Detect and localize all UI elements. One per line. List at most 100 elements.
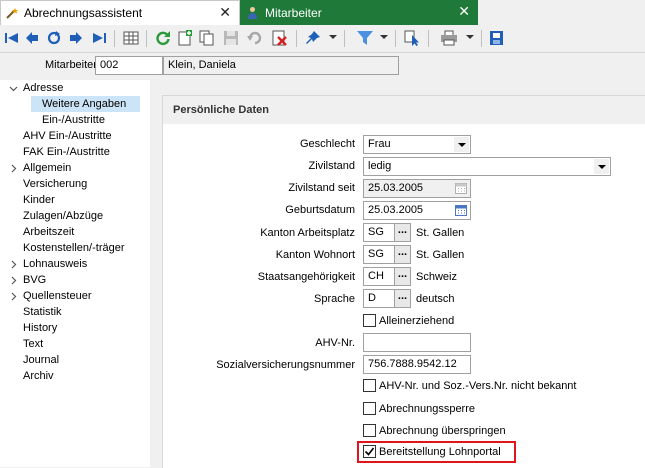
export-icon[interactable]: [488, 29, 506, 47]
select-cursor-icon[interactable]: [403, 29, 421, 47]
sidebar-item-history[interactable]: History: [23, 320, 57, 336]
zivilstand-label: Zivilstand: [308, 160, 355, 172]
sidebar-item-fak-ein-austritte[interactable]: FAK Ein-/Austritte: [23, 144, 110, 160]
sprache-name: deutsch: [416, 293, 455, 305]
geburtsdatum-label: Geburtsdatum: [285, 204, 355, 216]
new-record-icon[interactable]: [176, 29, 194, 47]
calendar-icon: [455, 183, 467, 194]
ahv-unbekannt-checkbox[interactable]: [363, 379, 376, 392]
abrechnungssperre-label[interactable]: Abrechnungssperre: [379, 403, 475, 415]
save-icon[interactable]: [222, 29, 240, 47]
kanton-arbeitsplatz-label: Kanton Arbeitsplatz: [260, 227, 355, 239]
previous-record-icon[interactable]: [23, 29, 41, 47]
chevron-down-icon[interactable]: [454, 137, 469, 152]
staatsangehoerigkeit-field[interactable]: CH: [363, 267, 395, 286]
sidebar-item-statistik[interactable]: Statistik: [23, 304, 62, 320]
kanton-wohnort-field[interactable]: SG: [363, 245, 395, 264]
sprache-field[interactable]: D: [363, 289, 395, 308]
alleinerziehend-checkbox[interactable]: [363, 314, 376, 327]
kanton-arbeitsplatz-field[interactable]: SG: [363, 223, 395, 242]
grid-view-icon[interactable]: [122, 29, 140, 47]
wand-icon: [6, 7, 18, 19]
sidebar-item-quellensteuer[interactable]: Quellensteuer: [23, 288, 92, 304]
undo-icon[interactable]: [246, 29, 264, 47]
kanton-arbeitsplatz-lookup-button[interactable]: ...: [394, 223, 411, 242]
staatsangehoerigkeit-name: Schweiz: [416, 271, 457, 283]
kanton-wohnort-lookup-button[interactable]: ...: [394, 245, 411, 264]
zivilstand-seit-field: 25.03.2005: [363, 179, 471, 198]
chevron-down-icon[interactable]: [9, 84, 18, 93]
sidebar-item-adresse[interactable]: Adresse: [23, 80, 63, 96]
tab-abrechnungsassistent[interactable]: Abrechnungsassistent ✕: [0, 0, 240, 25]
next-record-icon[interactable]: [67, 29, 85, 47]
toolbar-separator: [114, 30, 115, 47]
bereitstellung-lohnportal-label[interactable]: Bereitstellung Lohnportal: [379, 446, 501, 458]
employee-number-field[interactable]: 002: [95, 56, 163, 75]
close-icon[interactable]: ✕: [458, 4, 470, 18]
chevron-down-icon[interactable]: [466, 35, 474, 39]
abrechnungssperre-checkbox[interactable]: [363, 402, 376, 415]
alleinerziehend-label[interactable]: Alleinerziehend: [379, 315, 454, 327]
sidebar-item-text[interactable]: Text: [23, 336, 43, 352]
chevron-right-icon[interactable]: [9, 276, 18, 285]
staatsangehoerigkeit-label: Staatsangehörigkeit: [257, 271, 355, 283]
toolbar-separator: [344, 30, 345, 47]
geschlecht-label: Geschlecht: [299, 138, 355, 150]
kanton-wohnort-label: Kanton Wohnort: [275, 249, 355, 261]
filter-icon[interactable]: [356, 29, 374, 47]
sidebar-item-ahv-ein-austritte[interactable]: AHV Ein-/Austritte: [23, 128, 112, 144]
tab-label: Mitarbeiter: [265, 5, 322, 20]
sidebar-item-arbeitszeit[interactable]: Arbeitszeit: [23, 224, 74, 240]
sidebar-item-bvg[interactable]: BVG: [23, 272, 46, 288]
sidebar-item-lohnausweis[interactable]: Lohnausweis: [23, 256, 87, 272]
ahv-nr-field[interactable]: [363, 333, 471, 352]
calendar-icon[interactable]: [455, 204, 467, 216]
first-record-icon[interactable]: [3, 29, 21, 47]
sozialversicherungsnummer-field[interactable]: 756.7888.9542.12: [363, 355, 471, 374]
sidebar-item-kostenstellen[interactable]: Kostenstellen/-träger: [23, 240, 125, 256]
refresh-nav-icon[interactable]: [45, 29, 63, 47]
person-icon: [248, 7, 257, 19]
pin-icon[interactable]: [304, 29, 322, 47]
sidebar-item-allgemein[interactable]: Allgemein: [23, 160, 71, 176]
reload-icon[interactable]: [154, 29, 172, 47]
chevron-right-icon[interactable]: [9, 292, 18, 301]
sidebar-item-ein-austritte[interactable]: Ein-/Austritte: [42, 112, 105, 128]
chevron-right-icon[interactable]: [9, 260, 18, 269]
abrechnung-ueberspringen-checkbox[interactable]: [363, 424, 376, 437]
print-icon[interactable]: [440, 29, 458, 47]
sidebar-nav: Adresse Weitere Angaben Ein-/Austritte A…: [0, 80, 150, 467]
abrechnung-ueberspringen-label[interactable]: Abrechnung überspringen: [379, 425, 506, 437]
chevron-down-icon[interactable]: [329, 35, 337, 39]
delete-icon[interactable]: [270, 29, 288, 47]
bereitstellung-lohnportal-checkbox[interactable]: [363, 445, 376, 458]
ahv-unbekannt-label[interactable]: AHV-Nr. und Soz.-Vers.Nr. nicht bekannt: [379, 380, 576, 392]
tab-mitarbeiter[interactable]: Mitarbeiter ✕: [240, 0, 478, 25]
sidebar-item-archiv[interactable]: Archiv: [23, 368, 54, 384]
sidebar-item-versicherung[interactable]: Versicherung: [23, 176, 87, 192]
sidebar-item-journal[interactable]: Journal: [23, 352, 59, 368]
staatsangehoerigkeit-lookup-button[interactable]: ...: [394, 267, 411, 286]
sidebar-item-weitere-angaben[interactable]: Weitere Angaben: [31, 96, 140, 112]
chevron-down-icon[interactable]: [594, 159, 609, 174]
chevron-down-icon[interactable]: [380, 35, 388, 39]
toolbar-separator: [481, 30, 482, 47]
sprache-label: Sprache: [314, 293, 355, 305]
zivilstand-select[interactable]: ledig: [363, 157, 611, 176]
chevron-right-icon[interactable]: [9, 164, 18, 173]
geburtsdatum-field[interactable]: 25.03.2005: [363, 201, 471, 220]
kanton-arbeitsplatz-name: St. Gallen: [416, 227, 465, 239]
last-record-icon[interactable]: [90, 29, 108, 47]
zivilstand-value: ledig: [368, 160, 392, 172]
sprache-lookup-button[interactable]: ...: [394, 289, 411, 308]
geschlecht-select[interactable]: Frau: [363, 135, 471, 154]
zivilstand-seit-value: 25.03.2005: [368, 182, 424, 194]
tab-bar: Abrechnungsassistent ✕ Mitarbeiter ✕: [0, 0, 645, 25]
sidebar-item-zulagen-abzuege[interactable]: Zulagen/Abzüge: [23, 208, 103, 224]
section-title: Persönliche Daten: [173, 104, 269, 116]
sidebar-item-kinder[interactable]: Kinder: [23, 192, 55, 208]
close-icon[interactable]: ✕: [219, 5, 231, 19]
geburtsdatum-value: 25.03.2005: [368, 204, 424, 216]
copy-record-icon[interactable]: [198, 29, 216, 47]
section-header: Persönliche Daten: [163, 96, 645, 124]
